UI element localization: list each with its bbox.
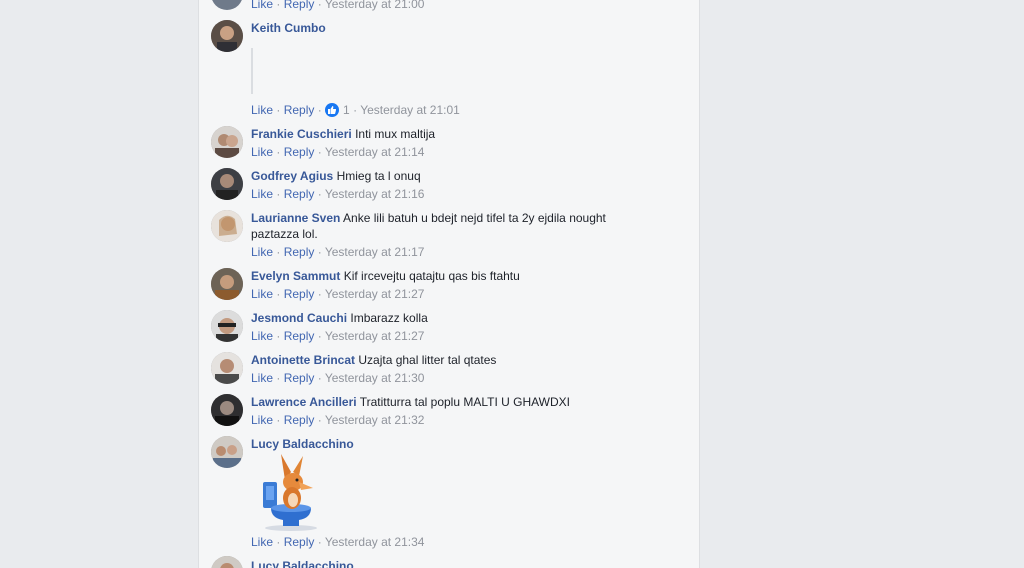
comment-actions: Like · Reply · Yesterday at 21:00 xyxy=(251,0,424,12)
comment-author[interactable]: Antoinette Brincat xyxy=(251,353,355,367)
like-link[interactable]: Like xyxy=(251,371,273,385)
reply-link[interactable]: Reply xyxy=(284,371,315,385)
reply-link[interactable]: Reply xyxy=(284,145,315,159)
like-link[interactable]: Like xyxy=(251,535,273,549)
quote-bar xyxy=(251,48,253,94)
like-link[interactable]: Like xyxy=(251,187,273,201)
comment-actions: Like · Reply · Yesterday at 21:14 xyxy=(251,145,425,159)
comment-text: Hmieg ta l onuq xyxy=(336,169,421,183)
comment-actions: Like · Reply · Yesterday at 21:17 xyxy=(251,245,425,259)
avatar[interactable] xyxy=(211,0,243,10)
comment-author[interactable]: Keith Cumbo xyxy=(251,21,326,35)
comment-author[interactable]: Lucy Baldacchino xyxy=(251,559,354,568)
timestamp[interactable]: Yesterday at 21:01 xyxy=(360,103,460,117)
timestamp[interactable]: Yesterday at 21:34 xyxy=(325,535,425,549)
timestamp[interactable]: Yesterday at 21:14 xyxy=(325,145,425,159)
avatar[interactable] xyxy=(211,310,243,342)
like-link[interactable]: Like xyxy=(251,103,273,117)
comment-actions: Like · Reply · Yesterday at 21:32 xyxy=(251,413,425,427)
timestamp[interactable]: Yesterday at 21:27 xyxy=(325,287,425,301)
reply-link[interactable]: Reply xyxy=(284,329,315,343)
like-link[interactable]: Like xyxy=(251,287,273,301)
comment-author[interactable]: Evelyn Sammut xyxy=(251,269,340,283)
avatar[interactable] xyxy=(211,268,243,300)
comment-author[interactable]: Godfrey Agius xyxy=(251,169,333,183)
comment-author[interactable]: Lawrence Ancilleri xyxy=(251,395,357,409)
comment-author[interactable]: Lucy Baldacchino xyxy=(251,437,354,451)
avatar[interactable] xyxy=(211,352,243,384)
comments-panel: Like · Reply · Yesterday at 21:00 Keith … xyxy=(198,0,700,568)
comment-author[interactable]: Laurianne Sven xyxy=(251,211,340,225)
like-link[interactable]: Like xyxy=(251,0,273,11)
like-link[interactable]: Like xyxy=(251,245,273,259)
like-reaction-icon[interactable] xyxy=(325,103,340,117)
avatar[interactable] xyxy=(211,168,243,200)
comment-text: Uzajta ghal litter tal qtates xyxy=(358,353,497,367)
avatar[interactable] xyxy=(211,210,243,242)
comment-author[interactable]: Jesmond Cauchi xyxy=(251,311,347,325)
reply-link[interactable]: Reply xyxy=(284,187,315,201)
avatar[interactable] xyxy=(211,20,243,52)
reply-link[interactable]: Reply xyxy=(284,245,315,259)
avatar[interactable] xyxy=(211,394,243,426)
reaction-count[interactable]: 1 xyxy=(343,103,350,117)
comment-text: Tratitturra tal poplu MALTI U GHAWDXI xyxy=(359,395,571,409)
comment-actions: Like · Reply · Yesterday at 21:16 xyxy=(251,187,425,201)
comment-actions: Like · Reply · 1 · Yesterday at 21:01 xyxy=(251,103,460,117)
reply-link[interactable]: Reply xyxy=(284,103,315,117)
timestamp[interactable]: Yesterday at 21:27 xyxy=(325,329,425,343)
comment-actions: Like · Reply · Yesterday at 21:34 xyxy=(251,535,425,549)
comment-author[interactable]: Frankie Cuschieri xyxy=(251,127,352,141)
reply-link[interactable]: Reply xyxy=(284,0,315,11)
timestamp[interactable]: Yesterday at 21:16 xyxy=(325,187,425,201)
like-link[interactable]: Like xyxy=(251,145,273,159)
comment-text: Imbarazz kolla xyxy=(350,311,428,325)
timestamp[interactable]: Yesterday at 21:00 xyxy=(325,0,425,11)
like-link[interactable]: Like xyxy=(251,413,273,427)
avatar[interactable] xyxy=(211,126,243,158)
reply-link[interactable]: Reply xyxy=(284,413,315,427)
comment-actions: Like · Reply · Yesterday at 21:27 xyxy=(251,329,425,343)
comment-text: Inti mux maltija xyxy=(355,127,436,141)
timestamp[interactable]: Yesterday at 21:17 xyxy=(325,245,425,259)
reply-link[interactable]: Reply xyxy=(284,287,315,301)
reply-link[interactable]: Reply xyxy=(284,535,315,549)
fox-on-toilet-sticker[interactable] xyxy=(259,452,323,532)
comment-actions: Like · Reply · Yesterday at 21:30 xyxy=(251,371,425,385)
like-link[interactable]: Like xyxy=(251,329,273,343)
avatar[interactable] xyxy=(211,556,243,568)
timestamp[interactable]: Yesterday at 21:30 xyxy=(325,371,425,385)
comment-actions: Like · Reply · Yesterday at 21:27 xyxy=(251,287,425,301)
timestamp[interactable]: Yesterday at 21:32 xyxy=(325,413,425,427)
avatar[interactable] xyxy=(211,436,243,468)
comment-text: Kif ircevejtu qatajtu qas bis ftahtu xyxy=(343,269,520,283)
